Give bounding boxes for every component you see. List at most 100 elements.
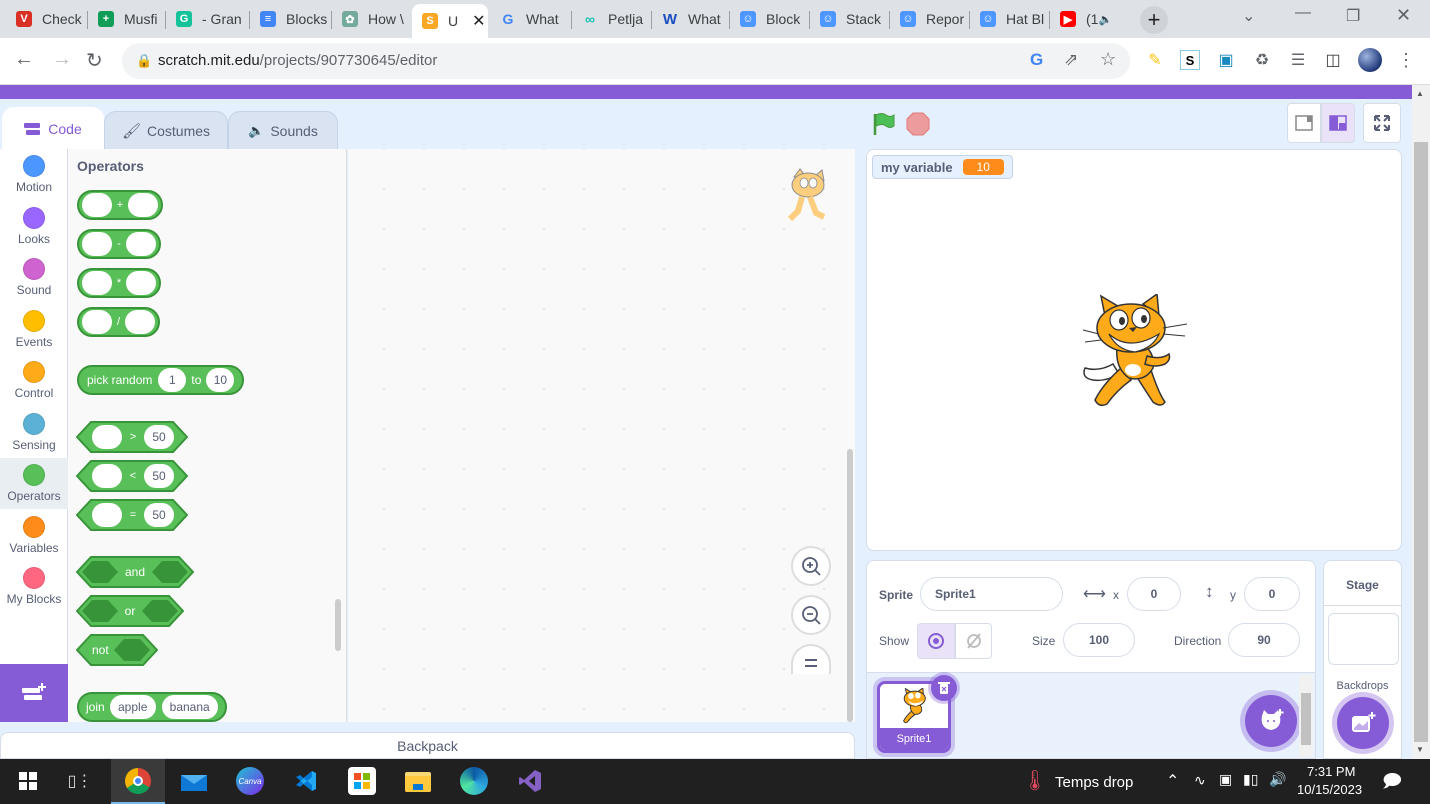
stage-canvas[interactable]: my variable 10 [866, 149, 1402, 551]
browser-tab[interactable]: ∞ Petlja [572, 4, 652, 34]
category-motion[interactable]: Motion [0, 149, 68, 200]
category-variables[interactable]: Variables [0, 510, 68, 561]
block-or[interactable]: or [76, 595, 184, 627]
share-icon[interactable]: ⇗ [1064, 50, 1078, 70]
address-bar[interactable]: 🔒 scratch.mit.edu/projects/907730645/edi… [122, 43, 1130, 79]
taskbar-visual-studio[interactable] [516, 767, 544, 795]
browser-tab[interactable]: ▶ (1 🔈 [1050, 4, 1132, 34]
close-window-button[interactable]: ✕ [1396, 5, 1411, 26]
block-pick-random[interactable]: pick random 1 to 10 [77, 365, 244, 395]
small-stage-button[interactable] [1287, 103, 1321, 143]
browser-tab[interactable]: ☺ Stack [810, 4, 890, 34]
block-less-than[interactable]: <50 [76, 460, 188, 492]
y-position-input[interactable]: 0 [1244, 577, 1300, 611]
choose-backdrop-button[interactable] [1337, 697, 1389, 749]
weather-status[interactable]: Temps drop [1055, 774, 1133, 791]
variable-monitor[interactable]: my variable 10 [872, 155, 1013, 179]
windows-start-button[interactable] [14, 767, 42, 795]
chrome-menu-icon[interactable]: ⋮ [1396, 50, 1416, 70]
block-multiply[interactable]: * [77, 268, 161, 298]
zoom-in-button[interactable] [791, 546, 831, 586]
scratch-cat-sprite[interactable] [1079, 294, 1191, 410]
category-looks[interactable]: Looks [0, 201, 68, 252]
green-flag-button[interactable] [872, 112, 896, 136]
block-greater-than[interactable]: >50 [76, 421, 188, 453]
clock-date[interactable]: 10/15/2023 [1297, 782, 1362, 797]
taskbar-mail[interactable] [180, 767, 208, 795]
large-stage-button[interactable] [1321, 103, 1355, 143]
block-not[interactable]: not [76, 634, 158, 666]
category-sensing[interactable]: Sensing [0, 407, 68, 458]
highlighter-extension-icon[interactable]: ✎ [1145, 50, 1165, 70]
taskbar-chrome[interactable] [111, 759, 165, 804]
size-input[interactable]: 100 [1063, 623, 1135, 657]
browser-tab[interactable]: W What [652, 4, 730, 34]
block-equals[interactable]: = 50 [76, 499, 188, 531]
tab-search-chevron-icon[interactable]: ⌄ [1242, 6, 1255, 26]
choose-sprite-button[interactable] [1245, 695, 1297, 747]
browser-tab[interactable]: ≡ Blocks [250, 4, 332, 34]
code-workspace[interactable] [348, 149, 855, 722]
media-control-icon[interactable]: ☰ [1288, 50, 1308, 70]
stage-selector[interactable]: Stage Backdrops [1323, 560, 1402, 759]
tab-sounds[interactable]: 🔈 Sounds [228, 111, 338, 149]
category-operators[interactable]: Operators [0, 458, 68, 509]
x-position-input[interactable]: 0 [1127, 577, 1181, 611]
clock-time[interactable]: 7:31 PM [1307, 764, 1355, 779]
reload-button[interactable]: ↻ [86, 48, 103, 73]
battery-icon[interactable]: ▮▯ [1243, 771, 1258, 788]
sprite-list-scrollbar[interactable] [1299, 675, 1313, 757]
google-lens-icon[interactable]: G [1030, 50, 1043, 70]
bookmark-star-icon[interactable]: ☆ [1100, 49, 1116, 70]
backpack[interactable]: Backpack [0, 732, 855, 759]
camera-icon[interactable]: ▣ [1219, 771, 1232, 788]
browser-tab[interactable]: ☺ Block [730, 4, 810, 34]
minimize-button[interactable]: — [1295, 4, 1311, 22]
stop-button[interactable] [906, 112, 930, 136]
restore-button[interactable]: ❐ [1346, 6, 1360, 26]
forward-button[interactable]: → [52, 48, 72, 71]
side-panel-icon[interactable]: ◫ [1323, 50, 1343, 70]
wifi-icon[interactable]: ∿ [1194, 772, 1206, 789]
back-button[interactable]: ← [14, 48, 34, 71]
direction-input[interactable]: 90 [1228, 623, 1300, 657]
extensions-puzzle-icon[interactable]: ♻ [1252, 50, 1272, 70]
block-divide[interactable]: / [77, 307, 160, 337]
zoom-reset-button[interactable] [791, 644, 831, 674]
show-visible-button[interactable] [917, 623, 955, 659]
show-hidden-button[interactable] [955, 623, 992, 659]
category-my-blocks[interactable]: My Blocks [0, 561, 68, 612]
new-tab-button[interactable]: + [1140, 6, 1168, 34]
zoom-out-button[interactable] [791, 595, 831, 635]
tab-costumes[interactable]: 🖌 Costumes [104, 111, 228, 149]
join-input-a[interactable]: apple [109, 695, 156, 719]
browser-tab[interactable]: ☺ Hat Bl [970, 4, 1050, 34]
sprite-name-input[interactable]: Sprite1 [920, 577, 1063, 611]
block-add[interactable]: + [77, 190, 163, 220]
workspace-scrollbar[interactable] [847, 449, 853, 722]
close-tab-icon[interactable]: ✕ [472, 11, 485, 31]
page-scrollbar[interactable]: ▲ ▼ [1412, 85, 1430, 759]
taskbar-canva[interactable]: Canva [236, 767, 264, 795]
show-hidden-icons-chevron[interactable]: ⌃ [1166, 771, 1179, 791]
browser-tab[interactable]: S U ✕ [412, 4, 488, 38]
pick-random-from-input[interactable]: 1 [158, 368, 187, 392]
profile-avatar[interactable] [1358, 48, 1382, 72]
category-events[interactable]: Events [0, 304, 68, 355]
notifications-icon[interactable]: 🗩 [1382, 769, 1402, 799]
palette-scrollbar[interactable] [335, 599, 341, 651]
pick-random-to-input[interactable]: 10 [206, 368, 235, 392]
add-extension-button[interactable] [0, 664, 68, 722]
s-extension-icon[interactable]: S [1180, 50, 1200, 70]
tab-code[interactable]: Code [2, 107, 104, 149]
browser-tab[interactable]: V Check [6, 4, 88, 34]
screenshot-extension-icon[interactable]: ▣ [1216, 50, 1236, 70]
volume-icon[interactable]: 🔊 [1269, 771, 1286, 788]
category-control[interactable]: Control [0, 355, 68, 406]
join-input-b[interactable]: banana [161, 695, 218, 719]
delete-sprite-button[interactable] [931, 675, 957, 701]
category-sound[interactable]: Sound [0, 252, 68, 303]
block-join[interactable]: join apple banana [77, 692, 227, 722]
block-and[interactable]: and [76, 556, 194, 588]
taskbar-vscode[interactable] [292, 767, 320, 795]
